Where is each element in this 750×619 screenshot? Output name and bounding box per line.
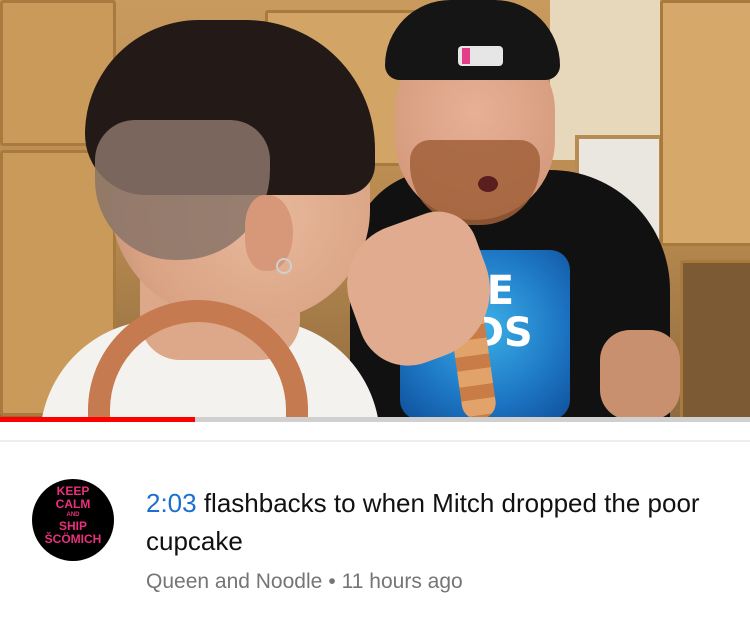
comment-body: 2:03 flashbacks to when Mitch dropped th… bbox=[146, 484, 716, 560]
comment-meta: Queen and Noodle • 11 hours ago bbox=[146, 570, 463, 594]
avatar-text: CALM bbox=[55, 497, 91, 511]
backwards-cap bbox=[385, 0, 560, 80]
cabinet bbox=[660, 0, 750, 246]
avatar-text: AND bbox=[66, 512, 80, 518]
timestamp-link[interactable]: 2:03 bbox=[146, 488, 197, 518]
author-name[interactable]: Queen and Noodle bbox=[146, 570, 322, 593]
video-progress-fill bbox=[0, 417, 195, 422]
earring bbox=[276, 258, 292, 274]
mouth bbox=[478, 176, 498, 192]
avatar[interactable]: KEEP CALM AND SHIP ŠCÖMICH bbox=[32, 479, 114, 561]
counter bbox=[680, 260, 750, 420]
avatar-text: SHIP bbox=[58, 519, 87, 533]
divider bbox=[0, 440, 750, 442]
avatar-text: KEEP bbox=[56, 484, 90, 498]
time-ago: 11 hours ago bbox=[341, 570, 463, 593]
cap-strap-accent bbox=[462, 48, 470, 64]
video-progress-bar[interactable] bbox=[0, 417, 750, 422]
arm bbox=[600, 330, 680, 420]
avatar-text: ŠCÖMICH bbox=[44, 532, 102, 546]
comment-text: flashbacks to when Mitch dropped the poo… bbox=[146, 488, 700, 556]
video-player[interactable]: RE NDS bbox=[0, 0, 750, 420]
separator-dot: • bbox=[328, 570, 336, 593]
